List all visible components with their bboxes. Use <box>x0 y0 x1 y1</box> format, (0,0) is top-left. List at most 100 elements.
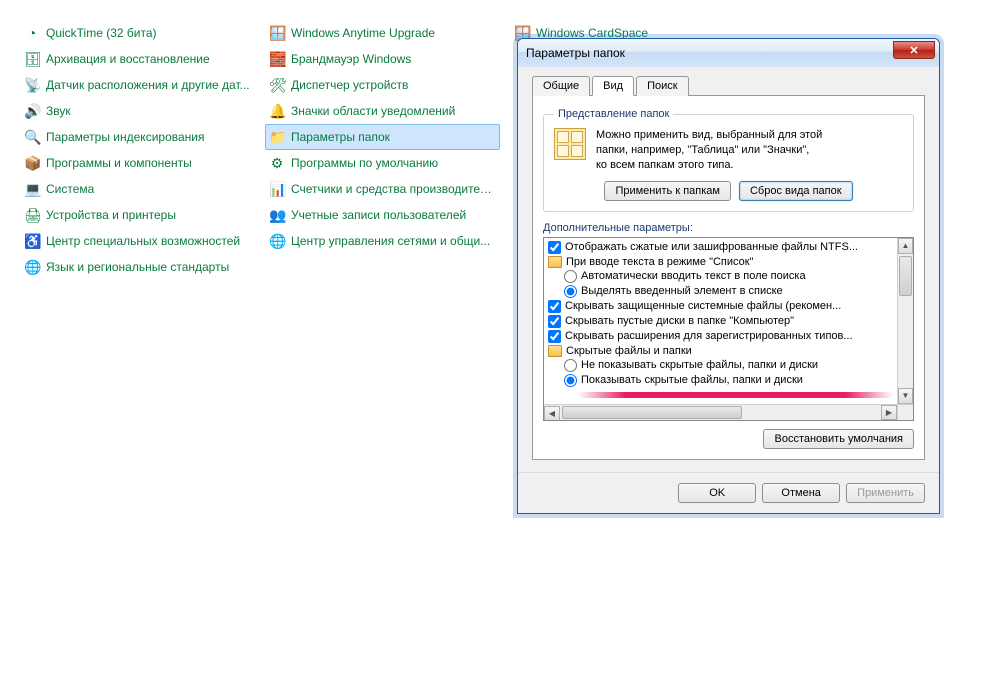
hscroll-thumb[interactable] <box>562 406 742 419</box>
cp-item-icon: 🗄 <box>24 51 40 67</box>
cp-item[interactable]: 💻 Система <box>20 176 255 202</box>
cp-item[interactable]: 📡Датчик расположения и другие дат... <box>20 72 255 98</box>
folder-view-icon <box>554 128 586 160</box>
tree-label: Скрытые файлы и папки <box>566 345 692 357</box>
cp-item[interactable]: ♿ Центр специальных возможностей <box>20 228 255 254</box>
scroll-down-icon[interactable]: ▼ <box>898 388 913 404</box>
dialog-titlebar[interactable]: Параметры папок ✕ <box>518 39 939 67</box>
advanced-tree[interactable]: Отображать сжатые или зашифрованные файл… <box>543 237 914 421</box>
reset-folders-button[interactable]: Сброс вида папок <box>739 181 853 201</box>
cancel-button[interactable]: Отмена <box>762 483 840 503</box>
cp-item-label: Датчик расположения и другие дат... <box>46 78 250 92</box>
cp-item[interactable]: 🌐Язык и региональные стандарты <box>20 254 255 280</box>
scroll-up-icon[interactable]: ▲ <box>898 238 913 254</box>
tree-row[interactable]: Скрывать расширения для зарегистрированн… <box>546 329 913 344</box>
cp-item-label: Программы по умолчанию <box>291 156 438 170</box>
tree-row[interactable]: Скрытые файлы и папки <box>546 344 913 358</box>
cp-item-icon: 📦 <box>24 155 40 171</box>
tree-checkbox[interactable] <box>548 300 561 313</box>
cp-item-icon: 🔔 <box>269 103 285 119</box>
tree-radio[interactable] <box>564 359 577 372</box>
apply-button[interactable]: Применить <box>846 483 925 503</box>
cp-item[interactable]: 🔊Звук <box>20 98 255 124</box>
tree-row[interactable]: Не показывать скрытые файлы, папки и дис… <box>546 358 913 373</box>
tree-label: Выделять введенный элемент в списке <box>581 285 783 297</box>
cp-item-label: Центр управления сетями и общи... <box>291 234 490 248</box>
cp-item-icon: 🧱 <box>269 51 285 67</box>
apply-to-folders-button[interactable]: Применить к папкам <box>604 181 731 201</box>
cp-item[interactable]: 📁Параметры папок <box>265 124 500 150</box>
cp-column-1: ◔ QuickTime (32 бита) 🗄 Архивация и восстан… <box>20 20 255 280</box>
tree-label: Скрывать расширения для зарегистрированн… <box>565 330 853 342</box>
folder-icon <box>548 256 562 268</box>
dialog-footer: OK Отмена Применить <box>518 472 939 513</box>
cp-item-icon: 🌐 <box>24 259 40 275</box>
cp-item-icon: ◔ <box>24 25 40 41</box>
tree-checkbox[interactable] <box>548 241 561 254</box>
cp-item[interactable]: 📊Счетчики и средства производител... <box>265 176 500 202</box>
cp-item-label: Учетные записи пользователей <box>291 208 466 222</box>
scroll-corner <box>897 404 913 420</box>
tree-row[interactable]: Автоматически вводить текст в поле поиск… <box>546 269 913 284</box>
cp-item[interactable]: 🔍Параметры индексирования <box>20 124 255 150</box>
tree-radio[interactable] <box>564 374 577 387</box>
horizontal-scrollbar[interactable]: ◀ ▶ <box>544 404 897 420</box>
tree-row[interactable]: Отображать сжатые или зашифрованные файл… <box>546 240 913 255</box>
cp-item[interactable]: 🧱Брандмауэр Windows <box>265 46 500 72</box>
folder-icon <box>548 345 562 357</box>
tree-radio[interactable] <box>564 285 577 298</box>
cp-item-label: Параметры папок <box>291 130 390 144</box>
tab-search[interactable]: Поиск <box>636 76 688 96</box>
cp-item-label: Диспетчер устройств <box>291 78 408 92</box>
tree-row[interactable]: Показывать скрытые файлы, папки и диски <box>546 373 913 388</box>
cp-item[interactable]: 🔔 Значки области уведомлений <box>265 98 500 124</box>
tree-label: При вводе текста в режиме "Список" <box>566 256 753 268</box>
cp-item[interactable]: 🖨Устройства и принтеры <box>20 202 255 228</box>
tree-row[interactable]: Скрывать пустые диски в папке "Компьютер… <box>546 314 913 329</box>
cp-item-label: Параметры индексирования <box>46 130 204 144</box>
cp-item-icon: 💻 <box>24 181 40 197</box>
restore-defaults-button[interactable]: Восстановить умолчания <box>763 429 914 449</box>
cp-item-icon: 👥 <box>269 207 285 223</box>
cp-item[interactable]: 👥 Учетные записи пользователей <box>265 202 500 228</box>
cp-item[interactable]: 🗄 Архивация и восстановление <box>20 46 255 72</box>
tree-label: Показывать скрытые файлы, папки и диски <box>581 374 803 386</box>
cp-item-label: Архивация и восстановление <box>46 52 210 66</box>
folder-view-text: Можно применить вид, выбранный для этой … <box>596 128 822 173</box>
scroll-thumb[interactable] <box>899 256 912 296</box>
cp-item-label: Звук <box>46 104 71 118</box>
tab-general[interactable]: Общие <box>532 76 590 96</box>
tab-view[interactable]: Вид <box>592 76 634 96</box>
cp-item[interactable]: 🌐Центр управления сетями и общи... <box>265 228 500 254</box>
tree-label: Скрывать защищенные системные файлы (рек… <box>565 300 841 312</box>
ok-button[interactable]: OK <box>678 483 756 503</box>
cp-item[interactable]: ⚙Программы по умолчанию <box>265 150 500 176</box>
cp-column-2: 🪟 Windows Anytime Upgrade 🧱Брандмауэр Wind… <box>265 20 500 280</box>
tree-row[interactable]: Скрывать защищенные системные файлы (рек… <box>546 299 913 314</box>
vertical-scrollbar[interactable]: ▲ ▼ <box>897 238 913 404</box>
cp-item[interactable]: ◔ QuickTime (32 бита) <box>20 20 255 46</box>
tree-row[interactable]: При вводе текста в режиме "Список" <box>546 255 913 269</box>
tree-label: Отображать сжатые или зашифрованные файл… <box>565 241 858 253</box>
cp-item-label: Значки области уведомлений <box>291 104 455 118</box>
tree-checkbox[interactable] <box>548 315 561 328</box>
cp-item-icon: ♿ <box>24 233 40 249</box>
cp-item-label: Центр специальных возможностей <box>46 234 240 248</box>
tree-row[interactable]: Выделять введенный элемент в списке <box>546 284 913 299</box>
cp-item[interactable]: 📦Программы и компоненты <box>20 150 255 176</box>
cp-item[interactable]: 🛠Диспетчер устройств <box>265 72 500 98</box>
tree-label: Автоматически вводить текст в поле поиск… <box>581 270 806 282</box>
scroll-right-icon[interactable]: ▶ <box>881 405 897 420</box>
tree-checkbox[interactable] <box>548 330 561 343</box>
tree-radio[interactable] <box>564 270 577 283</box>
cp-item-label: Windows Anytime Upgrade <box>291 26 435 40</box>
scroll-left-icon[interactable]: ◀ <box>544 406 560 421</box>
tab-content: Представление папок Можно применить вид,… <box>532 96 925 460</box>
cp-item-icon: 🖨 <box>24 207 40 223</box>
cp-item[interactable]: 🪟 Windows Anytime Upgrade <box>265 20 500 46</box>
cp-item-icon: 🪟 <box>269 25 285 41</box>
close-button[interactable]: ✕ <box>893 41 935 59</box>
cp-item-label: Система <box>46 182 94 196</box>
highlight-marker <box>578 392 893 398</box>
cp-item-label: QuickTime (32 бита) <box>46 26 157 40</box>
